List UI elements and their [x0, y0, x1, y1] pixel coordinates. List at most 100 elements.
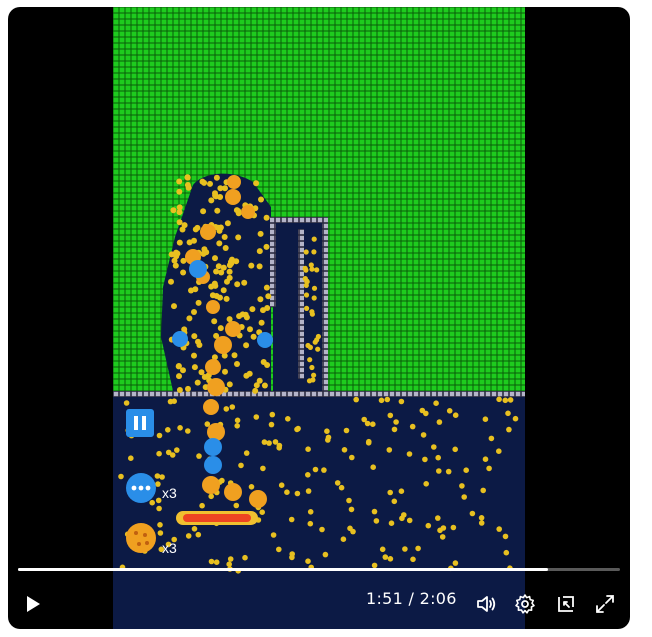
ball	[214, 207, 221, 214]
fullscreen-button[interactable]	[592, 591, 618, 617]
ball	[480, 487, 487, 494]
ball	[257, 296, 264, 303]
play-button[interactable]	[20, 591, 46, 617]
ball	[391, 498, 398, 505]
ball	[185, 385, 191, 392]
ball	[482, 416, 489, 423]
multi-ball-count: x3	[162, 485, 177, 501]
bomb-powerup-icon[interactable]	[126, 523, 156, 553]
wall-floor	[113, 391, 525, 397]
ball	[174, 447, 180, 453]
ball	[478, 520, 485, 526]
ball	[409, 423, 416, 430]
ball	[241, 279, 248, 286]
game-pause-button[interactable]	[126, 409, 154, 437]
ball	[439, 534, 446, 540]
ball	[433, 400, 439, 407]
ball	[305, 472, 311, 478]
ball	[222, 368, 228, 375]
ball	[157, 522, 163, 528]
ball	[180, 269, 187, 276]
ball	[234, 281, 241, 288]
video-player[interactable]: x3 x3 1:51 / 2:06	[8, 7, 630, 629]
ball	[186, 315, 193, 322]
ball	[341, 447, 348, 453]
ball	[423, 481, 430, 487]
ball	[307, 357, 313, 363]
ball	[452, 446, 459, 453]
settings-button[interactable]	[512, 591, 538, 617]
ball	[257, 230, 264, 237]
ball	[216, 240, 223, 247]
ball	[338, 484, 345, 491]
ball	[213, 293, 220, 299]
ball	[155, 497, 162, 504]
paddle	[176, 511, 258, 525]
ball	[220, 287, 227, 294]
ball	[420, 432, 427, 438]
ball	[149, 499, 155, 506]
ball	[270, 532, 277, 538]
ball	[234, 423, 240, 429]
ball	[156, 450, 162, 457]
ball	[502, 533, 509, 540]
ball	[423, 410, 429, 417]
ball	[176, 178, 183, 185]
ball	[371, 508, 378, 515]
ball	[319, 526, 325, 533]
ball	[365, 440, 372, 446]
ball	[496, 526, 503, 532]
ball	[207, 180, 213, 187]
ball	[446, 408, 453, 414]
ball	[303, 249, 309, 255]
ball	[192, 226, 199, 233]
ball	[155, 481, 161, 487]
ball	[156, 432, 163, 439]
ball	[261, 382, 268, 389]
ball	[191, 333, 198, 340]
ball	[469, 510, 476, 517]
ball	[216, 227, 223, 234]
ball	[415, 545, 421, 552]
ball	[176, 204, 183, 211]
ball	[266, 440, 272, 446]
ball	[312, 466, 319, 473]
ball	[349, 454, 355, 461]
ball	[165, 427, 171, 433]
ball	[393, 419, 399, 425]
wall-inner	[298, 229, 304, 379]
ball	[195, 531, 202, 538]
ball	[311, 372, 317, 378]
multi-ball-powerup-icon[interactable]	[126, 473, 156, 503]
miniplayer-button[interactable]	[553, 591, 579, 617]
volume-button[interactable]	[473, 591, 499, 617]
ball	[307, 509, 314, 515]
video-frame[interactable]: x3 x3	[113, 7, 525, 629]
ball	[170, 207, 177, 214]
ball	[233, 502, 240, 509]
ball	[378, 397, 385, 404]
ball	[256, 263, 263, 270]
ball	[208, 283, 215, 290]
ball	[486, 465, 492, 472]
game-scene: x3 x3	[113, 7, 525, 629]
ball	[311, 295, 317, 301]
ball	[258, 196, 264, 203]
ball	[165, 449, 172, 456]
ball	[195, 299, 202, 306]
ball	[303, 292, 310, 298]
ball	[379, 546, 386, 553]
ball	[191, 526, 198, 532]
ball	[324, 428, 330, 435]
ball	[263, 284, 270, 291]
ball	[436, 468, 442, 474]
ball	[406, 517, 413, 524]
ball	[223, 295, 230, 302]
ball	[173, 249, 180, 256]
ball	[340, 536, 347, 542]
progress-bar[interactable]	[18, 568, 620, 571]
ball	[231, 352, 238, 359]
ball	[154, 473, 161, 479]
ball	[248, 484, 255, 490]
ball	[348, 506, 355, 513]
